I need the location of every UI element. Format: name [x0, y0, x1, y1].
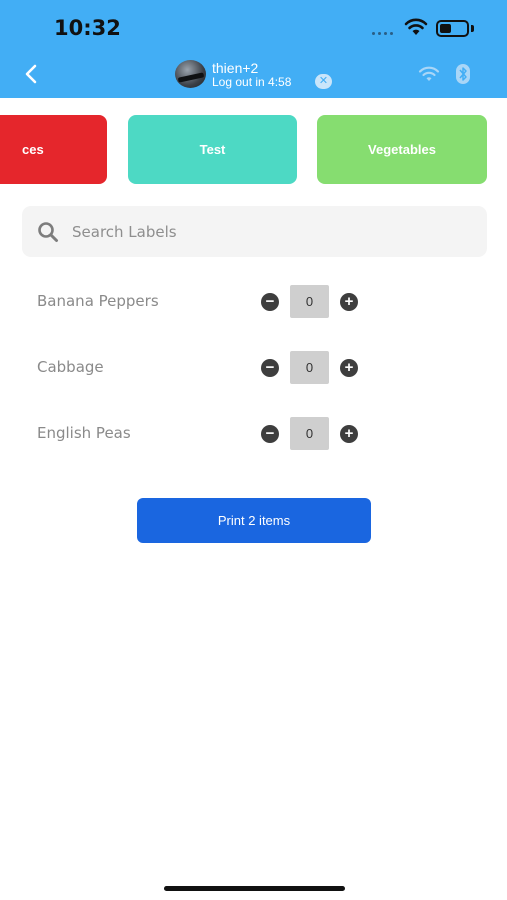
list-item: Cabbage − 0 + — [0, 351, 507, 385]
status-wifi-icon — [404, 18, 428, 35]
item-name: Banana Peppers — [37, 292, 159, 310]
battery-tip — [471, 25, 474, 32]
avatar[interactable] — [175, 60, 206, 88]
list-item: English Peas − 0 + — [0, 417, 507, 451]
increment-button[interactable]: + — [340, 359, 358, 377]
category-strip: ces Test Vegetables — [0, 115, 507, 185]
back-chevron-icon[interactable] — [18, 60, 46, 88]
home-indicator[interactable] — [164, 886, 345, 891]
user-name: thien+2 — [212, 60, 259, 76]
increment-button[interactable]: + — [340, 293, 358, 311]
decrement-button[interactable]: − — [261, 293, 279, 311]
cellular-signal-icon — [372, 32, 393, 35]
app-header: 10:32 thien+2 Log out in 4:58 ✕ — [0, 0, 507, 98]
print-button[interactable]: Print 2 items — [137, 498, 371, 543]
quantity-field[interactable]: 0 — [290, 351, 329, 384]
status-time: 10:32 — [54, 16, 121, 40]
search-input[interactable] — [72, 206, 472, 257]
battery-icon — [436, 20, 469, 37]
search-bar — [22, 206, 487, 257]
list-item: Banana Peppers − 0 + — [0, 285, 507, 319]
category-chip-test[interactable]: Test — [128, 115, 297, 184]
search-icon — [38, 222, 58, 242]
category-chip-vegetables[interactable]: Vegetables — [317, 115, 487, 184]
category-chip-1[interactable]: ces — [0, 115, 107, 184]
decrement-button[interactable]: − — [261, 359, 279, 377]
increment-button[interactable]: + — [340, 425, 358, 443]
logout-close-icon[interactable]: ✕ — [315, 74, 332, 89]
item-name: Cabbage — [37, 358, 104, 376]
bluetooth-icon[interactable] — [455, 63, 471, 85]
quantity-field[interactable]: 0 — [290, 285, 329, 318]
item-name: English Peas — [37, 424, 131, 442]
logout-countdown: Log out in 4:58 — [212, 75, 292, 89]
decrement-button[interactable]: − — [261, 425, 279, 443]
quantity-field[interactable]: 0 — [290, 417, 329, 450]
wifi-icon[interactable] — [417, 65, 441, 83]
